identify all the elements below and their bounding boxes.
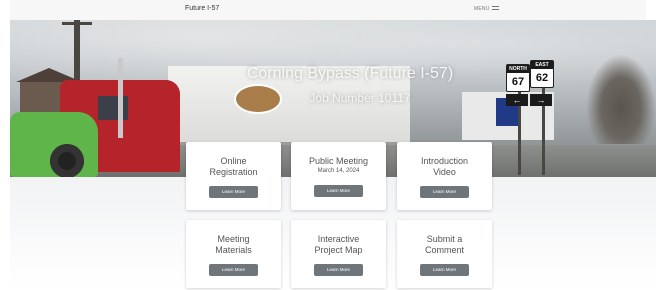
exhaust-stack: [118, 58, 123, 138]
trees-background: [586, 54, 656, 144]
card-interactive-project-map[interactable]: Interactive Project Map Learn More: [291, 220, 386, 288]
card-title: Meeting: [217, 234, 250, 244]
right-arrow-icon: →: [530, 94, 552, 106]
top-nav-bar: Future I-57 MENU: [10, 0, 646, 20]
utility-pole-crossbar: [62, 22, 92, 25]
card-online-registration[interactable]: Online Registration Learn More: [186, 142, 281, 210]
green-truck: [10, 112, 98, 177]
sign-route-number: 67: [511, 76, 525, 88]
card-title: Interactive: [317, 234, 360, 244]
sign-direction-label: NORTH: [507, 65, 529, 73]
card-title: Registration: [209, 167, 258, 177]
card-date: March 14, 2024: [317, 168, 360, 174]
learn-more-button[interactable]: Learn More: [314, 264, 363, 276]
card-public-meeting[interactable]: Public Meeting March 14, 2024 Learn More: [291, 142, 386, 210]
learn-more-button[interactable]: Learn More: [420, 264, 469, 276]
card-introduction-video[interactable]: Introduction Video Learn More: [397, 142, 492, 210]
route-67-sign: NORTH 67: [506, 64, 530, 92]
card-title: Public Meeting: [308, 156, 369, 166]
learn-more-button[interactable]: Learn More: [420, 186, 469, 198]
truck-window: [98, 96, 128, 120]
card-submit-comment[interactable]: Submit a Comment Learn More: [397, 220, 492, 288]
card-title: Materials: [215, 245, 252, 255]
hamburger-menu-icon[interactable]: [492, 6, 499, 12]
site-title[interactable]: Future I-57: [185, 5, 219, 12]
sign-route-number: 62: [535, 72, 549, 84]
learn-more-button[interactable]: Learn More: [209, 186, 258, 198]
sign-direction-label: EAST: [531, 61, 553, 69]
left-arrow-icon: ←: [506, 94, 528, 106]
card-title: Project Map: [314, 245, 363, 255]
card-title: Online: [220, 156, 247, 166]
card-meeting-materials[interactable]: Meeting Materials Learn More: [186, 220, 281, 288]
learn-more-button[interactable]: Learn More: [314, 185, 363, 197]
card-title: Introduction: [420, 156, 469, 166]
card-title: Comment: [424, 245, 464, 255]
card-title: Submit a: [426, 234, 463, 244]
learn-more-button[interactable]: Learn More: [209, 264, 258, 276]
menu-label[interactable]: MENU: [474, 6, 490, 12]
route-62-sign: EAST 62: [530, 60, 554, 88]
hero-title: Corning Bypass (Future I-57): [246, 65, 454, 82]
card-title: Video: [433, 167, 456, 177]
hero-subtitle: Job Number 10117: [309, 91, 411, 105]
